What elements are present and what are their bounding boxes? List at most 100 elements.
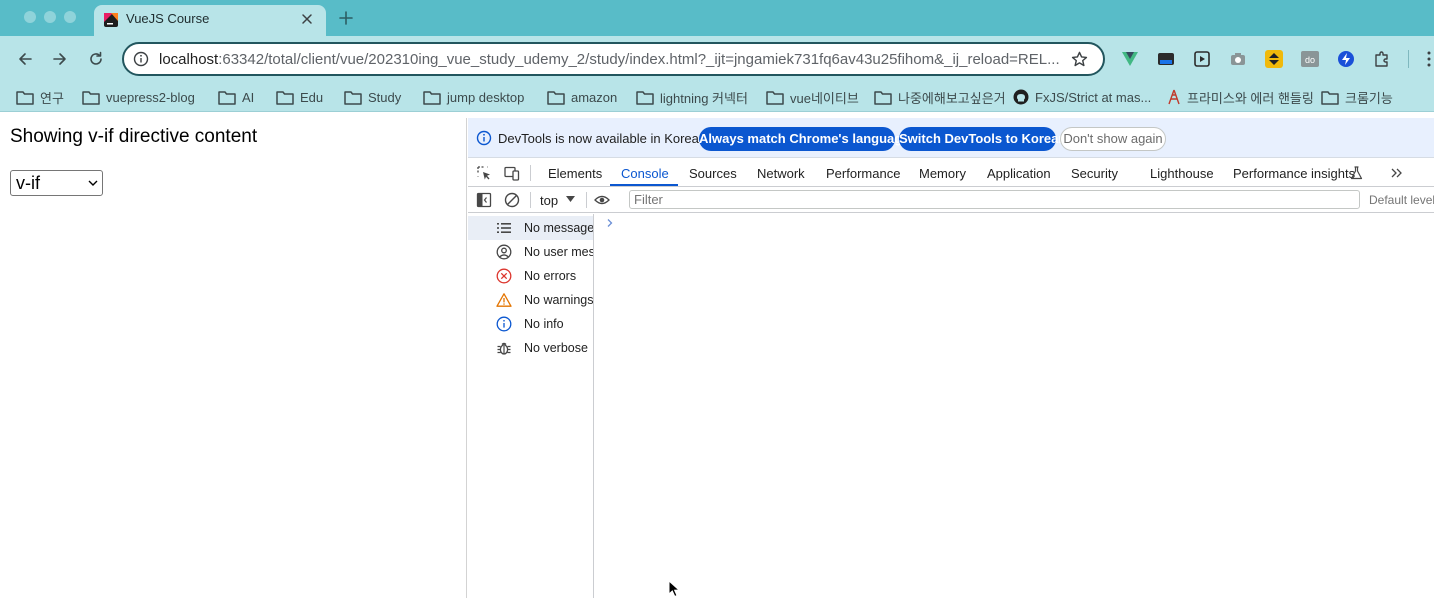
- sidebar-item-label: No user messages: [524, 245, 593, 259]
- sidebar-item-verbose[interactable]: No verbose: [468, 336, 593, 360]
- devtools-language-infobar: DevTools is now available in Korean! Alw…: [468, 118, 1434, 158]
- sidebar-item-user-messages[interactable]: No user messages: [468, 240, 593, 264]
- url-text[interactable]: localhost:63342/total/client/vue/202310i…: [159, 51, 1064, 68]
- tab-performance[interactable]: Performance: [826, 166, 900, 181]
- binance-extension-icon[interactable]: [1265, 50, 1283, 68]
- forward-arrow-icon[interactable]: [50, 49, 70, 69]
- bookmark-folder[interactable]: Edu: [276, 88, 323, 106]
- device-toolbar-icon[interactable]: [504, 165, 520, 181]
- tab-application[interactable]: Application: [987, 166, 1051, 181]
- github-icon: [1013, 89, 1029, 105]
- bookmark-folder[interactable]: lightning 커넥터: [636, 88, 748, 106]
- jump-desktop-extension-icon[interactable]: [1157, 50, 1175, 68]
- tab-network[interactable]: Network: [757, 166, 805, 181]
- svg-text:do: do: [1305, 55, 1315, 65]
- close-icon[interactable]: [298, 10, 316, 28]
- sidebar-item-warnings[interactable]: No warnings: [468, 288, 593, 312]
- sidebar-item-label: No info: [524, 317, 564, 331]
- zoom-window-button[interactable]: [64, 11, 76, 23]
- tab-elements[interactable]: Elements: [548, 166, 602, 181]
- flask-icon: [1350, 166, 1363, 180]
- mouse-cursor-icon: [668, 580, 681, 598]
- tab-memory[interactable]: Memory: [919, 166, 966, 181]
- always-match-language-button[interactable]: Always match Chrome's language: [699, 127, 909, 151]
- chrome-menu-icon[interactable]: [1420, 50, 1434, 68]
- folder-icon: [218, 90, 236, 105]
- clear-console-icon[interactable]: [504, 192, 520, 208]
- dont-show-again-button[interactable]: Don't show again: [1060, 127, 1166, 151]
- bookmark-label: 프라미스와 에러 핸들링: [1187, 90, 1314, 106]
- tower-icon: [1168, 89, 1180, 105]
- tab-lighthouse[interactable]: Lighthouse: [1150, 166, 1214, 181]
- do-extension-icon[interactable]: do: [1301, 50, 1319, 68]
- bookmark-folder[interactable]: 크롬기능: [1321, 88, 1393, 106]
- bookmark-folder[interactable]: vuepress2-blog: [82, 88, 195, 106]
- intellij-icon: [104, 13, 118, 27]
- address-bar[interactable]: localhost:63342/total/client/vue/202310i…: [122, 42, 1105, 76]
- bookmark-folder[interactable]: Study: [344, 88, 401, 106]
- page-heading: Showing v-if directive content: [10, 126, 258, 147]
- close-window-button[interactable]: [24, 11, 36, 23]
- inspect-element-icon[interactable]: [476, 165, 492, 181]
- bookmark-link[interactable]: 프라미스와 에러 핸들링: [1167, 88, 1314, 106]
- sidebar-item-errors[interactable]: No errors: [468, 264, 593, 288]
- toolbar-separator: [1408, 50, 1409, 68]
- more-tabs-chevron-icon[interactable]: [1389, 165, 1405, 181]
- bookmark-folder[interactable]: AI: [218, 88, 254, 106]
- url-host: localhost: [159, 51, 219, 68]
- bookmark-folder[interactable]: jump desktop: [423, 88, 524, 106]
- infobar-message: DevTools is now available in Korean!: [498, 131, 710, 146]
- tab-strip: VueJS Course: [0, 0, 1434, 36]
- url-path: :63342/total/client/vue/202310ing_vue_st…: [218, 51, 1060, 68]
- tab-security[interactable]: Security: [1071, 166, 1118, 181]
- bookmark-link[interactable]: FxJS/Strict at mas...: [1013, 88, 1151, 106]
- sidebar-item-info[interactable]: No info: [468, 312, 593, 336]
- select-value: v-if: [16, 173, 40, 193]
- log-levels-dropdown[interactable]: Default levels: [1369, 193, 1434, 207]
- bookmark-label: lightning 커넥터: [660, 90, 748, 106]
- folder-icon: [276, 90, 294, 105]
- console-output-area[interactable]: [595, 214, 1434, 598]
- tab-performance-insights[interactable]: Performance insights: [1233, 166, 1355, 181]
- new-tab-plus-icon[interactable]: [336, 8, 356, 28]
- filter-placeholder: Filter: [634, 192, 663, 207]
- minimize-window-button[interactable]: [44, 11, 56, 23]
- active-tab-indicator: [610, 184, 678, 186]
- console-prompt-chevron-icon: [607, 219, 613, 227]
- console-filter-input[interactable]: Filter: [629, 190, 1360, 209]
- folder-icon: [636, 90, 654, 105]
- switch-to-korean-button[interactable]: Switch DevTools to Korean: [899, 127, 1066, 151]
- tab-sources[interactable]: Sources: [689, 166, 737, 181]
- sidebar-item-messages[interactable]: No messages: [468, 216, 593, 240]
- reload-icon[interactable]: [86, 49, 106, 69]
- live-expression-eye-icon[interactable]: [594, 192, 610, 208]
- back-arrow-icon[interactable]: [15, 49, 35, 69]
- folder-icon: [547, 90, 565, 105]
- bookmark-folder[interactable]: 나중에해보고싶은거: [874, 88, 1006, 106]
- page-viewport: Showing v-if directive content v-if: [0, 118, 467, 598]
- info-icon: [496, 316, 512, 332]
- bookmark-label: 크롬기능: [1345, 90, 1393, 106]
- camera-extension-icon[interactable]: [1229, 50, 1247, 68]
- context-selector[interactable]: top: [540, 193, 558, 208]
- tab-console[interactable]: Console: [621, 166, 669, 181]
- lightning-extension-icon[interactable]: [1337, 50, 1355, 68]
- folder-icon: [344, 90, 362, 105]
- sidebar-item-label: No verbose: [524, 341, 588, 355]
- tab-separator: [530, 165, 531, 181]
- bookmark-star-icon[interactable]: [1070, 50, 1089, 69]
- site-info-icon[interactable]: [133, 51, 149, 67]
- show-sidebar-icon[interactable]: [476, 192, 492, 208]
- bookmark-folder[interactable]: 연구: [16, 88, 64, 106]
- tab-vuejs-course[interactable]: VueJS Course: [94, 5, 326, 36]
- vue-devtools-extension-icon[interactable]: [1121, 50, 1139, 68]
- user-icon: [496, 244, 512, 260]
- bookmark-label: 연구: [40, 90, 64, 106]
- media-extension-icon[interactable]: [1193, 50, 1211, 68]
- directive-select[interactable]: v-if: [10, 170, 103, 196]
- bookmark-folder[interactable]: vue네이티브: [766, 88, 859, 106]
- bug-icon: [497, 342, 511, 355]
- console-sidebar: No messages No user messages No errors: [468, 214, 594, 598]
- bookmark-folder[interactable]: amazon: [547, 88, 617, 106]
- extensions-puzzle-icon[interactable]: [1373, 50, 1391, 68]
